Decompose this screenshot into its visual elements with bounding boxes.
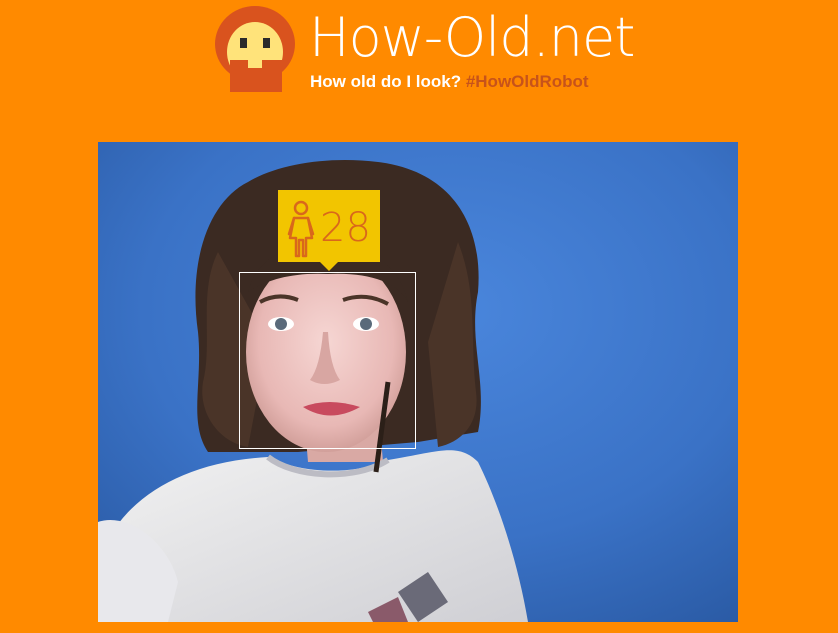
analyzed-photo: 28 (98, 142, 738, 622)
hashtag-link[interactable]: #HowOldRobot (466, 72, 589, 91)
tagline: How old do I look? #HowOldRobot (310, 72, 589, 92)
robot-face-logo-icon[interactable] (214, 6, 296, 92)
photo-image (98, 142, 738, 622)
footer-text-strip (98, 624, 738, 633)
site-header: How-Old.net How old do I look? #HowOldRo… (0, 0, 838, 100)
age-value: 28 (320, 205, 371, 251)
female-icon (286, 200, 316, 258)
site-title[interactable]: How-Old.net (309, 6, 635, 70)
age-badge: 28 (278, 190, 380, 271)
tagline-text: How old do I look? (310, 72, 462, 91)
face-detection-box (239, 272, 416, 449)
